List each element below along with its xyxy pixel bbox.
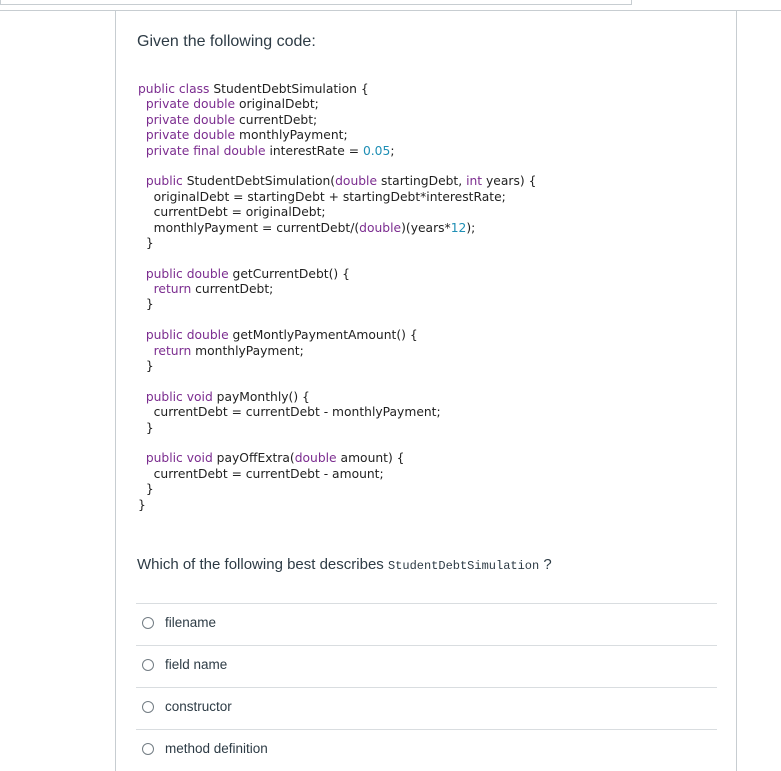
code-token: ; — [390, 143, 395, 158]
code-line: public void payOffExtra(double amount) { — [138, 451, 536, 466]
code-token: } — [138, 297, 154, 312]
code-token: } — [138, 482, 154, 497]
code-token: } — [138, 235, 154, 250]
radio-button[interactable] — [142, 743, 154, 755]
code-line: private final double interestRate = 0.05… — [138, 144, 536, 159]
question-text: Which of the following best describes St… — [137, 556, 552, 573]
code-token: currentDebt; — [195, 282, 274, 297]
answer-option[interactable]: filename — [136, 603, 717, 645]
code-line: public double getCurrentDebt() { — [138, 267, 536, 282]
code-token: ); — [466, 220, 476, 235]
code-token: double — [294, 451, 341, 466]
code-line: currentDebt = originalDebt; — [138, 205, 536, 220]
code-token: StudentDebtSimulation { — [213, 82, 369, 96]
code-token: monthlyPayment; — [239, 128, 348, 143]
code-line: private double originalDebt; — [138, 97, 536, 112]
answer-label: constructor — [165, 699, 232, 714]
code-token: public void — [138, 451, 217, 466]
code-token: StudentDebtSimulation( — [186, 174, 336, 189]
code-line: originalDebt = startingDebt + startingDe… — [138, 190, 536, 205]
answer-option[interactable]: field name — [136, 645, 717, 687]
code-token: originalDebt; — [239, 97, 319, 112]
code-token: public void — [138, 389, 217, 404]
code-token: currentDebt; — [239, 112, 318, 127]
code-token: } — [138, 420, 154, 435]
code-line: } — [138, 482, 536, 497]
code-token: monthlyPayment = currentDebt/( — [138, 220, 360, 235]
code-token: double — [359, 220, 402, 235]
code-line: currentDebt = currentDebt - monthlyPayme… — [138, 405, 536, 420]
code-token: 0.05 — [362, 143, 391, 158]
code-token: 12 — [450, 220, 467, 235]
code-token: interestRate = — [269, 143, 363, 158]
code-token: return — [138, 282, 196, 297]
code-token: )(years* — [401, 220, 451, 235]
answer-option[interactable]: method definition — [136, 729, 717, 771]
code-token: currentDebt = originalDebt; — [138, 205, 326, 220]
code-token: } — [138, 359, 154, 374]
code-line: public void payMonthly() { — [138, 390, 536, 405]
code-token: int — [466, 174, 487, 189]
question-code-term: StudentDebtSimulation — [387, 559, 540, 573]
code-line: public StudentDebtSimulation(double star… — [138, 174, 537, 189]
code-token: getMontlyPaymentAmount() { — [232, 328, 418, 343]
code-token: amount) { — [340, 451, 405, 466]
code-token: private final double — [138, 143, 270, 158]
code-token: double — [335, 174, 381, 189]
code-line: public double getMontlyPaymentAmount() { — [138, 328, 536, 343]
code-token: public double — [138, 266, 233, 281]
code-line: } — [138, 236, 536, 251]
answer-label: filename — [165, 615, 217, 630]
code-token: } — [138, 497, 146, 512]
code-line: currentDebt = currentDebt - amount; — [138, 467, 536, 482]
code-token: years) { — [486, 174, 537, 189]
code-line: } — [138, 359, 536, 374]
code-token: private double — [138, 97, 240, 112]
code-token: return — [138, 343, 196, 358]
code-token: public class — [138, 82, 214, 96]
code-token: monthlyPayment; — [195, 343, 304, 358]
code-line: public class StudentDebtSimulation { — [138, 82, 536, 97]
code-token: currentDebt = currentDebt - monthlyPayme… — [138, 405, 441, 420]
radio-button[interactable] — [142, 701, 154, 713]
code-token: getCurrentDebt() { — [232, 266, 350, 281]
code-line: } — [138, 297, 536, 312]
answer-label: method definition — [165, 741, 268, 756]
code-token: private double — [138, 112, 240, 127]
code-token: originalDebt = startingDebt + startingDe… — [138, 189, 506, 204]
code-line: return monthlyPayment; — [138, 344, 536, 359]
code-token: private double — [138, 128, 240, 143]
code-token: startingDebt, — [380, 174, 467, 189]
question-text-after: ? — [539, 556, 552, 573]
code-line: return currentDebt; — [138, 282, 536, 297]
code-token: currentDebt = currentDebt - amount; — [138, 466, 384, 481]
answer-option[interactable]: constructor — [136, 687, 717, 729]
code-token: payOffExtra( — [216, 451, 295, 466]
radio-button[interactable] — [142, 617, 154, 629]
code-line: private double monthlyPayment; — [138, 128, 536, 143]
answer-list: filename field name constructor method d… — [136, 603, 717, 771]
code-line: } — [138, 421, 536, 436]
radio-button[interactable] — [142, 659, 154, 671]
code-line: } — [138, 498, 536, 513]
code-line: monthlyPayment = currentDebt/(double)(ye… — [138, 221, 536, 236]
code-snippet: public class StudentDebtSimulation { pri… — [138, 82, 536, 513]
question-text-before: Which of the following best describes — [137, 556, 388, 573]
top-input-field[interactable] — [0, 0, 632, 5]
answer-label: field name — [165, 657, 228, 672]
code-token: public — [138, 174, 187, 189]
code-line: private double currentDebt; — [138, 113, 536, 128]
code-token: payMonthly() { — [216, 389, 310, 404]
question-prompt: Given the following code: — [137, 33, 316, 50]
code-token: public double — [138, 328, 233, 343]
